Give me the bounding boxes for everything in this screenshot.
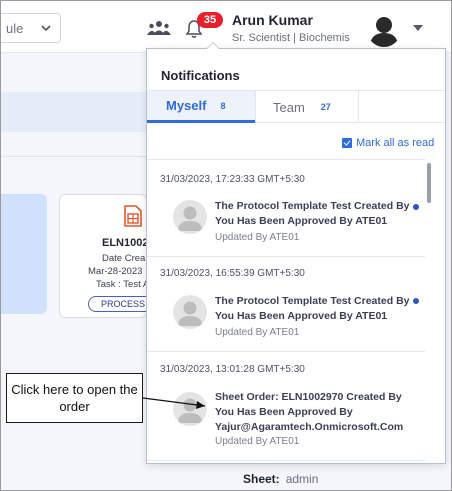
divider [147,351,425,352]
notification-updated-by: Updated By ATE01 [215,232,300,243]
divider [147,159,425,160]
user-role: Sr. Scientist | Biochemis [232,32,350,44]
checkbox-icon [342,138,352,148]
notification-avatar [173,200,207,234]
user-avatar[interactable] [367,13,401,47]
tab-myself[interactable]: Myself 8 [147,91,255,123]
user-placeholder-icon [178,206,202,231]
notifications-title: Notifications [161,68,240,83]
team-icon[interactable] [147,19,171,37]
spreadsheet-icon [124,205,142,227]
notification-avatar [173,295,207,329]
divider [147,460,425,461]
order-card-date-label: Date Crea [102,253,146,264]
notification-message[interactable]: The Protocol Template Test Created By Yo… [215,294,415,324]
divider [1,156,147,157]
callout-box: Click here to open the order [6,373,143,423]
tab-myself-label: Myself [166,98,207,113]
notification-message[interactable]: The Protocol Template Test Created By Yo… [215,199,415,229]
notifications-panel: Notifications Myself 8 Team 27 Mark all … [146,48,446,464]
user-placeholder-icon [178,398,202,423]
notification-tabs: Myself 8 Team 27 [147,90,445,123]
module-select[interactable]: ule [1,13,61,43]
user-menu-caret-icon[interactable] [413,25,423,31]
notification-count-badge: 35 [197,12,223,28]
user-name: Arun Kumar [232,12,313,28]
tab-team-label: Team [273,99,305,115]
order-card-selected[interactable] [1,194,47,314]
tab-myself-count: 8 [220,100,226,111]
panel-pointer-fill [207,43,219,49]
page-header-band [1,92,147,132]
notification-updated-by: Updated By ATE01 [215,436,300,447]
sheet-field-label: Sheet: [243,472,280,486]
sheet-field-value: admin [285,472,319,486]
notification-time: 31/03/2023, 17:23:33 GMT+5:30 [160,174,305,185]
notification-message-order[interactable]: Sheet Order: ELN1002970 Created By You H… [215,390,415,435]
module-select-value: ule [6,20,24,36]
order-card-task: Task : Test A [96,279,147,290]
chevron-down-icon [41,25,51,32]
mark-all-read-label: Mark all as read [356,137,435,149]
order-card-id: ELN10029 [102,237,146,249]
callout-text: Click here to open the order [11,382,138,414]
unread-dot [413,298,419,304]
top-bar: ule 35 Arun Kumar Sr. Scientist | Bioche… [1,1,451,53]
sheet-field: Sheet: admin [243,472,318,486]
divider [147,256,425,257]
process-order-button[interactable]: PROCESS O [88,296,146,312]
user-silhouette-icon [370,17,398,47]
order-card[interactable]: ELN10029 Date Crea Mar-28-2023 Task : Te… [59,194,147,318]
tab-team-count: 27 [320,102,331,112]
notification-time: 31/03/2023, 13:01:28 GMT+5:30 [160,364,305,375]
notification-time: 31/03/2023, 16:55:39 GMT+5:30 [160,268,305,279]
order-card-date: Mar-28-2023 [88,266,143,277]
mark-all-read-button[interactable]: Mark all as read [342,137,434,149]
unread-dot [413,204,419,210]
scrollbar-thumb[interactable] [427,163,431,203]
notification-avatar [173,392,207,426]
app-screen: ule 35 Arun Kumar Sr. Scientist | Bioche… [0,0,452,491]
user-placeholder-icon [178,301,202,326]
tab-team[interactable]: Team 27 [255,91,359,123]
notification-updated-by: Updated By ATE01 [215,327,300,338]
